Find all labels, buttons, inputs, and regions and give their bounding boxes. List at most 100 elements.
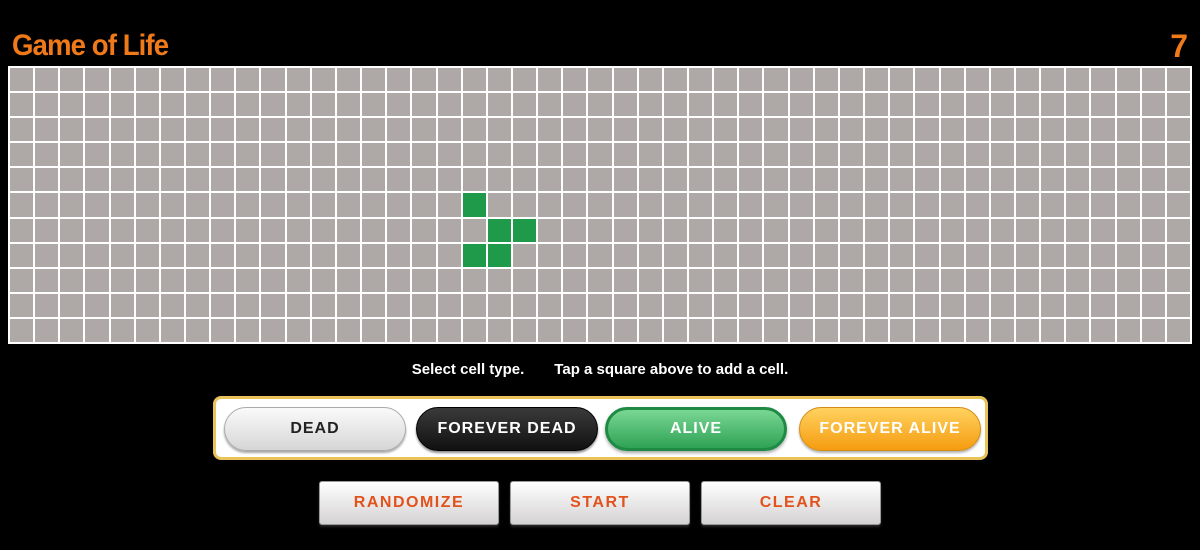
dead-cell[interactable] (789, 218, 813, 242)
dead-cell[interactable] (437, 268, 461, 292)
dead-cell[interactable] (387, 318, 411, 342)
dead-cell[interactable] (362, 168, 386, 192)
dead-cell[interactable] (35, 93, 59, 117)
start-button[interactable]: START (510, 481, 690, 525)
dead-cell[interactable] (10, 193, 34, 217)
dead-cell[interactable] (1066, 268, 1090, 292)
dead-cell[interactable] (85, 168, 109, 192)
dead-cell[interactable] (865, 143, 889, 167)
dead-cell[interactable] (85, 268, 109, 292)
dead-cell[interactable] (663, 168, 688, 192)
dead-cell[interactable] (890, 193, 914, 217)
dead-cell[interactable] (387, 68, 411, 92)
dead-cell[interactable] (85, 293, 109, 317)
dead-cell[interactable] (462, 293, 486, 317)
dead-cell[interactable] (85, 318, 109, 342)
dead-cell[interactable] (1041, 218, 1065, 242)
dead-cell[interactable] (839, 318, 864, 342)
dead-cell[interactable] (261, 243, 285, 267)
clear-button[interactable]: CLEAR (701, 481, 881, 525)
dead-cell[interactable] (512, 68, 537, 92)
dead-cell[interactable] (990, 118, 1014, 142)
dead-cell[interactable] (412, 268, 436, 292)
dead-cell[interactable] (85, 193, 109, 217)
dead-cell[interactable] (1091, 243, 1115, 267)
dead-cell[interactable] (814, 318, 838, 342)
dead-cell[interactable] (764, 168, 788, 192)
dead-cell[interactable] (865, 268, 889, 292)
dead-cell[interactable] (462, 68, 486, 92)
dead-cell[interactable] (638, 168, 662, 192)
dead-cell[interactable] (965, 143, 989, 167)
dead-cell[interactable] (336, 293, 361, 317)
dead-cell[interactable] (538, 68, 562, 92)
dead-cell[interactable] (286, 243, 310, 267)
dead-cell[interactable] (1116, 318, 1140, 342)
dead-cell[interactable] (1041, 293, 1065, 317)
dead-cell[interactable] (1166, 293, 1190, 317)
dead-cell[interactable] (1116, 293, 1140, 317)
dead-cell[interactable] (915, 93, 939, 117)
dead-cell[interactable] (1166, 218, 1190, 242)
dead-cell[interactable] (613, 68, 637, 92)
dead-cell[interactable] (1041, 68, 1065, 92)
dead-cell[interactable] (110, 68, 134, 92)
dead-cell[interactable] (990, 93, 1014, 117)
dead-cell[interactable] (311, 293, 335, 317)
dead-cell[interactable] (110, 193, 134, 217)
dead-cell[interactable] (839, 293, 864, 317)
dead-cell[interactable] (663, 193, 688, 217)
dead-cell[interactable] (261, 218, 285, 242)
dead-cell[interactable] (1141, 143, 1165, 167)
dead-cell[interactable] (60, 68, 84, 92)
dead-cell[interactable] (211, 118, 235, 142)
dead-cell[interactable] (1066, 318, 1090, 342)
dead-cell[interactable] (689, 118, 713, 142)
dead-cell[interactable] (538, 218, 562, 242)
dead-cell[interactable] (663, 268, 688, 292)
dead-cell[interactable] (135, 168, 159, 192)
dead-cell[interactable] (311, 218, 335, 242)
dead-cell[interactable] (538, 118, 562, 142)
dead-cell[interactable] (814, 193, 838, 217)
dead-cell[interactable] (336, 168, 361, 192)
dead-cell[interactable] (714, 268, 738, 292)
dead-cell[interactable] (437, 318, 461, 342)
dead-cell[interactable] (839, 193, 864, 217)
dead-cell[interactable] (990, 293, 1014, 317)
dead-cell[interactable] (1041, 193, 1065, 217)
dead-cell[interactable] (160, 168, 185, 192)
dead-cell[interactable] (739, 118, 763, 142)
dead-cell[interactable] (512, 168, 537, 192)
dead-cell[interactable] (789, 168, 813, 192)
dead-cell[interactable] (160, 93, 185, 117)
dead-cell[interactable] (890, 68, 914, 92)
dead-cell[interactable] (890, 293, 914, 317)
dead-cell[interactable] (814, 143, 838, 167)
dead-cell[interactable] (789, 243, 813, 267)
dead-cell[interactable] (865, 93, 889, 117)
dead-cell[interactable] (1166, 93, 1190, 117)
dead-cell[interactable] (1141, 193, 1165, 217)
dead-cell[interactable] (236, 318, 260, 342)
dead-cell[interactable] (336, 318, 361, 342)
dead-cell[interactable] (60, 268, 84, 292)
dead-cell[interactable] (563, 168, 587, 192)
dead-cell[interactable] (739, 68, 763, 92)
dead-cell[interactable] (1041, 168, 1065, 192)
dead-cell[interactable] (512, 93, 537, 117)
dead-cell[interactable] (613, 143, 637, 167)
dead-cell[interactable] (35, 118, 59, 142)
dead-cell[interactable] (1166, 168, 1190, 192)
dead-cell[interactable] (689, 243, 713, 267)
dead-cell[interactable] (336, 243, 361, 267)
dead-cell[interactable] (789, 268, 813, 292)
dead-cell[interactable] (1066, 143, 1090, 167)
dead-cell[interactable] (689, 193, 713, 217)
dead-cell[interactable] (311, 93, 335, 117)
dead-cell[interactable] (990, 268, 1014, 292)
dead-cell[interactable] (311, 268, 335, 292)
dead-cell[interactable] (613, 93, 637, 117)
dead-cell[interactable] (236, 118, 260, 142)
dead-cell[interactable] (362, 143, 386, 167)
